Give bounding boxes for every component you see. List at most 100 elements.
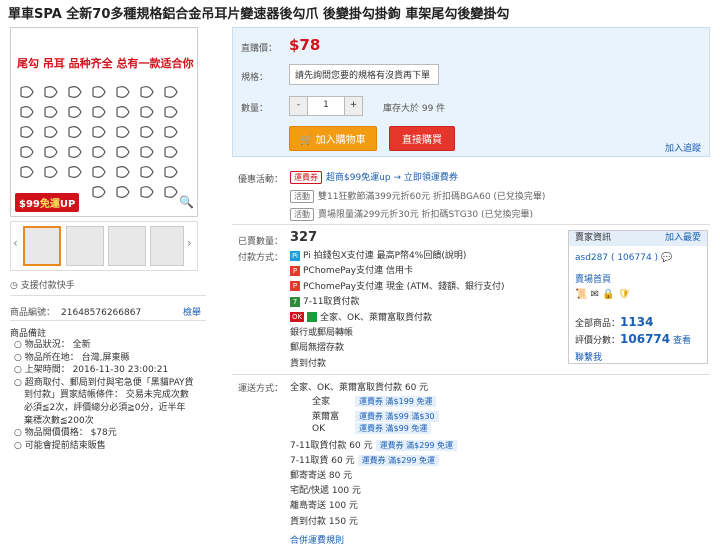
chat-bubble-icon[interactable]: 💬 [661,253,672,263]
note-text: 可能會提前結束販售 [24,440,106,451]
product-id-row: 商品編號： 21648576266867 [10,305,141,318]
promo-text: 超商$99免運up → 立即領運費券 [326,173,458,183]
buy-panel: 直購價： $78 規格： 請先詢問您要的規格有沒貨再下單 數量： - 1 + 庫… [232,27,710,157]
add-favorite-link[interactable]: 加入最愛 [665,231,701,246]
image-promo-text: 尾勾 吊耳 品种齐全 总有一款适合你 [17,57,194,70]
price-label: 直購價： [241,44,278,54]
pi-wallet-icon: Pi [290,250,300,261]
sold-value: 327 [290,230,318,245]
chevron-left-icon[interactable]: ‹ [13,236,18,250]
promo-tag: 活動 [290,208,314,221]
shield-icon: 🛡 [617,289,631,300]
buy-now-button[interactable]: 直接購買 [389,126,455,151]
clock-icon: ◷ [10,281,18,291]
product-image[interactable]: 尾勾 吊耳 品种齐全 总有一款适合你 $99免運UP 🔍 [10,27,198,217]
promo-tag: 活動 [290,190,314,203]
spec-select[interactable]: 請先詢問您要的規格有沒貨再下單 [289,64,439,85]
contact-seller-link[interactable]: 聯繫我 [575,350,602,363]
magnifier-icon[interactable]: 🔍 [179,195,194,209]
note-item: ○ 物品開價價格： $78元 [14,428,117,439]
qty-minus-button[interactable]: - [290,97,308,115]
seller-info-box: 賣家資訊 加入最愛 asd287 ( 106774 ) 💬 賣場首頁 📜 ✉ 🔒… [568,230,708,364]
shipping-coupon-tag[interactable]: 運費券 滿$99 滿$30 [355,411,439,422]
thumbnail[interactable] [23,226,61,266]
shipping-line-text: 全家 [312,397,331,407]
promo-item: 活動 雙11狂歡節滿399元折60元 折扣碼BGA60 (已兌換完畢) [290,189,545,203]
qty-input[interactable]: 1 [308,97,344,115]
quantity-stepper: - 1 + [289,96,363,116]
shipping-line-text: 全家、OK、萊爾富取貨付款 60 元 [290,383,429,393]
pchomepay-icon: P [290,265,300,276]
thumbnail-strip: ‹ › [10,221,198,271]
note-text: 物品狀況： 全新 [24,340,91,350]
promo-text: 賣場限量滿299元折30元 折扣碼STG30 (已兌換完畢) [318,210,534,220]
view-rating-link[interactable]: 查看 [673,336,691,346]
seven-eleven-icon: 7 [290,296,300,307]
shipping-line-text: 萊爾富 [312,412,340,422]
pay-method-text: 全家、OK、萊爾富取貨付款 [320,312,432,323]
free-shipping-badge: $99免運UP [15,193,80,212]
add-track-link[interactable]: 加入追蹤 [665,141,701,154]
pay-method-text: PChomePay支付連 信用卡 [303,266,413,277]
sold-label: 已賣數量： [238,237,284,247]
note-text: 物品所在地： 台灣,屏東縣 [24,352,130,363]
pay-method-text: PChomePay支付連 現金 (ATM、錢額、銀行支付) [303,281,505,292]
note-text: 到付款」買家結帳條件： 交易未完成次數 [24,390,189,401]
mail-icon: ✉ [590,289,600,300]
support-payment-label: 支援付款快手 [20,281,75,291]
report-link[interactable]: 檢舉 [183,305,201,318]
shipping-line: 7-11取貨付款 60 元運費券 滿$299 免運 [290,438,458,451]
ok-mart-icon: OK [290,312,304,323]
pay-method: 銀行或郵局轉帳 [290,326,505,341]
support-payment[interactable]: ◷ 支援付款快手 [10,278,75,291]
pay-method-text: 銀行或郵局轉帳 [290,328,354,339]
pay-method: 郵局無摺存款 [290,341,505,356]
total-items-value[interactable]: 1134 [620,315,653,329]
shipping-rules-link[interactable]: 合併運費規則 [290,533,344,546]
store-home-link[interactable]: 賣場首頁 [575,272,611,285]
shipping-line: 宅配/快遞 100 元 [290,483,361,496]
thumbnail[interactable] [66,226,104,266]
note-item: ○ 可能會提前結束販售 [14,440,106,451]
thumbnail[interactable] [150,226,184,266]
product-id: 21648576266867 [61,308,142,318]
lock-icon: 🔒 [602,289,615,300]
divider [10,320,206,321]
certificate-icon: 📜 [575,289,588,300]
note-item: 必須≦2次，評價總分必須≧0分，近半年 [14,402,209,415]
shipping-line-text: 離島寄送 100 元 [290,501,358,511]
rating-label: 評價分數： [575,336,621,346]
shipping-coupon-tag[interactable]: 運費券 滿$199 免運 [355,396,437,407]
shipping-label: 運送方式： [238,384,284,394]
note-text: 必須≦2次，評價總分必須≧0分，近半年 [24,402,186,413]
qty-plus-button[interactable]: + [344,97,362,115]
promo-tag: 運費券 [290,171,322,184]
shipping-coupon-tag[interactable]: 運費券 滿$299 免運 [375,440,458,451]
shipping-line: 7-11取貨 60 元運費券 滿$299 免運 [290,453,440,466]
seller-badges: 📜 ✉ 🔒 🛡 [575,289,631,300]
shipping-line-text: 宅配/快遞 100 元 [290,486,361,496]
shipping-line-text: 7-11取貨付款 60 元 [290,441,373,451]
hook-grid-graphic [20,86,178,198]
promo-item[interactable]: 運費券 超商$99免運up → 立即領運費券 [290,170,458,184]
pay-label: 付款方式： [238,253,284,263]
pay-method-text: Pi 拍錢包X支付連 最高P幣4%回饋(說明) [303,251,467,261]
promo-text: 雙11狂歡節滿399元折60元 折扣碼BGA60 (已兌換完畢) [318,192,546,202]
shipping-line: OK 運費券 滿$99 免運 [312,423,432,434]
spec-label: 規格： [241,73,269,83]
shipping-coupon-tag[interactable]: 運費券 滿$99 免運 [355,423,432,434]
thumbnail[interactable] [108,226,146,266]
note-text: 上架時間： 2016-11-30 23:00:21 [24,365,169,376]
badge-suffix: UP [59,199,76,210]
seller-name[interactable]: asd287 ( 106774 ) 💬 [575,253,672,263]
pay-method: OK 全家、OK、萊爾富取貨付款 [290,311,505,326]
seller-name-text: asd287 ( 106774 ) [575,253,659,263]
promo-label: 優惠活動： [238,175,284,185]
chevron-right-icon[interactable]: › [187,236,192,250]
add-to-cart-button[interactable]: 🛒 加入購物車 [289,126,377,151]
shipping-coupon-tag[interactable]: 運費券 滿$299 免運 [357,455,440,466]
rating-value[interactable]: 106774 [620,332,670,346]
pay-method: P PChomePay支付連 信用卡 [290,264,505,279]
promo-item: 活動 賣場限量滿299元折30元 折扣碼STG30 (已兌換完畢) [290,207,533,221]
seller-head: 賣家資訊 加入最愛 [569,231,707,246]
